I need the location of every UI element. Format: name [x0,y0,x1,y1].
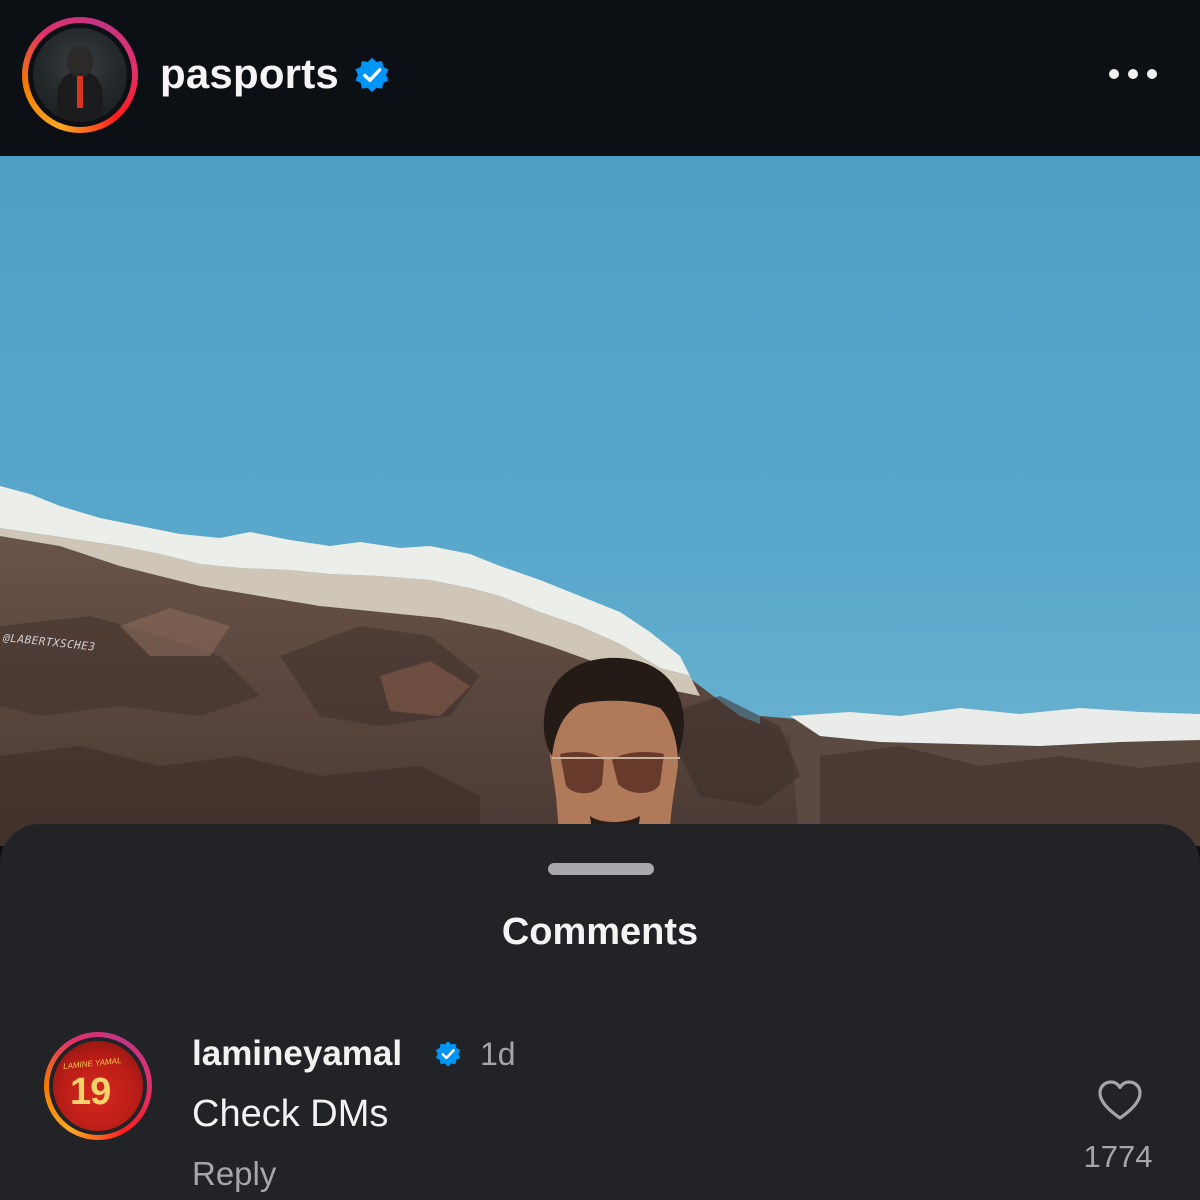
verified-badge-icon [355,57,389,93]
post-photo[interactable]: @LABERTXSCHE3 [0,156,1200,846]
avatar-jersey-text: LAMINE YAMAL [62,1055,122,1072]
heart-icon[interactable] [1096,1078,1144,1122]
comments-sheet: Comments LAMINE YAMAL 19 lamineyamal 1d … [0,824,1200,1200]
commenter-avatar-image: LAMINE YAMAL 19 [53,1041,143,1131]
comment-like-count: 1774 [1083,1139,1153,1174]
comment-timestamp: 1d [480,1036,516,1072]
comments-title: Comments [501,911,699,953]
reply-button[interactable]: Reply [192,1152,276,1196]
author-username[interactable]: pasports [160,46,339,102]
commenter-avatar[interactable]: LAMINE YAMAL 19 [44,1032,152,1140]
commenter-verified-badge-icon [435,1041,461,1067]
instagram-post-screen: pasports @LABERTXSCHE3 Comments LAMINE Y… [0,0,1200,1200]
avatar-jersey-number: 19 [70,1071,111,1113]
post-photo-scene [0,156,1200,846]
post-header: pasports [0,0,1200,156]
author-avatar-image [33,28,127,122]
more-options-icon[interactable] [1106,62,1160,86]
comment-text: Check DMs [192,1093,389,1135]
sheet-drag-handle[interactable] [548,863,654,875]
author-avatar[interactable] [22,17,138,133]
commenter-username[interactable]: lamineyamal [192,1032,402,1076]
